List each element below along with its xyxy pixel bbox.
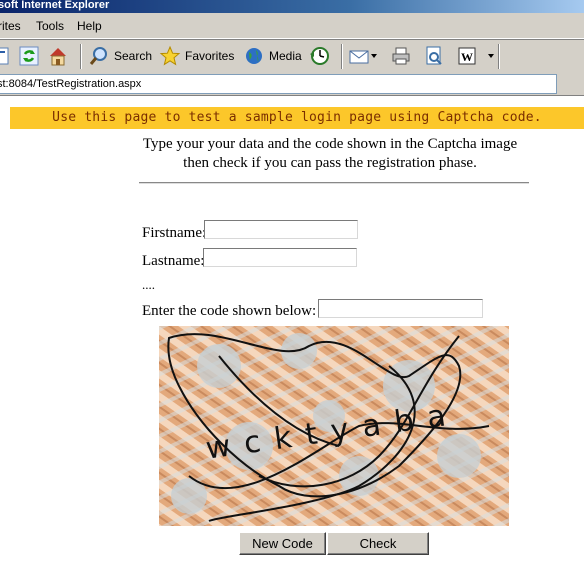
window-title-bar: soft Internet Explorer [0, 0, 584, 13]
lastname-label: Lastname: [142, 253, 205, 269]
history-button[interactable] [308, 44, 334, 68]
menu-help[interactable]: Help [77, 19, 102, 33]
refresh-icon [19, 46, 39, 66]
refresh-button[interactable] [18, 44, 44, 68]
home-button[interactable] [47, 44, 73, 68]
edit-button[interactable] [423, 44, 449, 68]
ellipsis-text: .... [142, 277, 155, 292]
chevron-down-icon [488, 54, 494, 58]
chevron-down-icon [371, 54, 377, 58]
media-label: Media [269, 49, 302, 63]
intro-text: Type your your data and the code shown i… [130, 135, 530, 173]
media-button[interactable]: Media [243, 44, 302, 68]
address-input[interactable]: st:8084/TestRegistration.aspx [0, 74, 557, 94]
new-code-button[interactable]: New Code [239, 532, 326, 555]
page-banner: Use this page to test a sample login pag… [10, 107, 584, 129]
word-icon: W [458, 47, 476, 65]
check-button[interactable]: Check [327, 532, 429, 555]
address-bar: st:8084/TestRegistration.aspx [0, 73, 584, 96]
history-icon [310, 47, 329, 65]
menu-bar: rites Tools Help [0, 13, 584, 39]
menu-tools[interactable]: Tools [36, 19, 64, 33]
search-icon [89, 47, 107, 65]
captcha-image: wcktyaba [159, 326, 509, 526]
firstname-label: Firstname: [142, 225, 207, 241]
search-button[interactable]: Search [88, 44, 152, 68]
edit-page-icon [426, 46, 442, 65]
printer-icon [392, 47, 410, 65]
horizontal-divider [139, 182, 529, 184]
intro-line-2: then check if you can pass the registrat… [183, 155, 477, 171]
firstname-input[interactable] [204, 220, 358, 239]
search-label: Search [114, 49, 153, 63]
print-button[interactable] [390, 44, 416, 68]
page-icon [0, 47, 9, 65]
toolbar: Search Favorites Media W [0, 39, 584, 74]
stop-button[interactable] [0, 44, 18, 68]
menu-favorites[interactable]: rites [0, 19, 21, 33]
home-icon [50, 48, 66, 66]
page-content: Use this page to test a sample login pag… [0, 96, 584, 588]
lastname-input[interactable] [203, 248, 357, 267]
mail-button[interactable] [348, 44, 377, 68]
media-globe-icon [246, 48, 262, 64]
word-button[interactable]: W [456, 44, 494, 68]
code-label: Enter the code shown below: [142, 303, 317, 319]
captcha-code-input[interactable] [318, 299, 483, 318]
address-url: st:8084/TestRegistration.aspx [0, 78, 142, 90]
svg-text:W: W [461, 50, 473, 64]
favorites-label: Favorites [185, 49, 235, 63]
window-title: soft Internet Explorer [0, 0, 110, 11]
favorites-button[interactable]: Favorites [159, 44, 234, 68]
favorites-star-icon [159, 45, 181, 66]
mail-icon [349, 50, 369, 64]
intro-line-1: Type your your data and the code shown i… [142, 136, 518, 152]
